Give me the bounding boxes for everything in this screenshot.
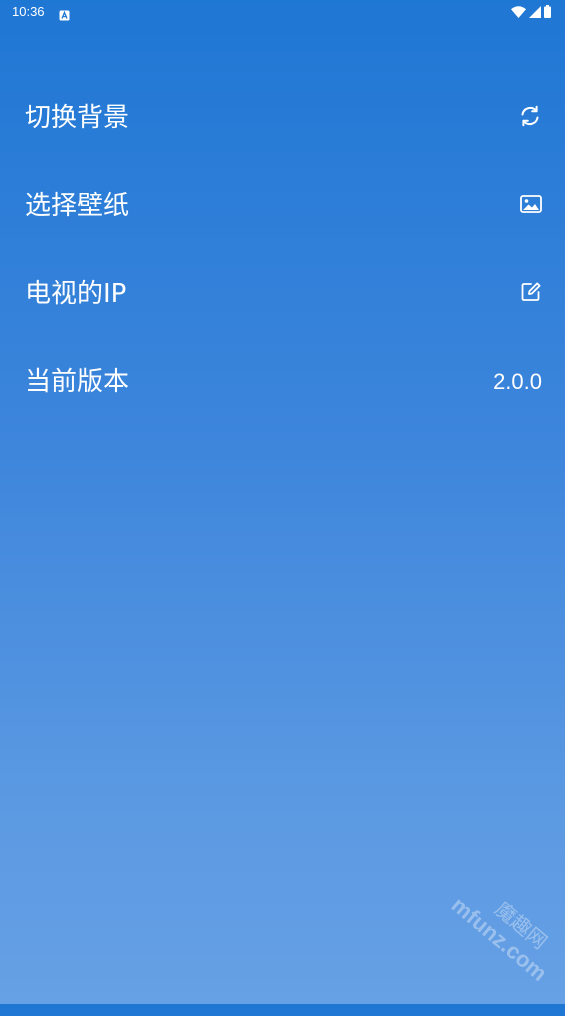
cellular-signal-icon xyxy=(529,3,541,22)
select-wallpaper-label: 选择壁纸 xyxy=(25,191,130,221)
switch-background-item[interactable]: 切换背景 xyxy=(0,74,565,162)
status-bar: 10:36 xyxy=(0,0,565,24)
tv-ip-label: 电视的IP xyxy=(25,279,127,309)
app-notification-icon xyxy=(59,6,70,21)
status-icons xyxy=(511,4,551,20)
image-icon[interactable] xyxy=(520,194,542,218)
settings-list: 切换背景 选择壁纸 电视的IP 当前版本 2.0.0 xyxy=(0,74,565,426)
current-version-item: 当前版本 2.0.0 xyxy=(0,338,565,426)
current-version-label: 当前版本 xyxy=(25,367,130,397)
refresh-icon[interactable] xyxy=(518,104,542,132)
version-value: 2.0.0 xyxy=(493,369,542,394)
watermark: 魔趣网 mfunz.com xyxy=(419,854,565,1015)
battery-icon xyxy=(544,3,551,22)
edit-icon[interactable] xyxy=(520,281,542,307)
select-wallpaper-item[interactable]: 选择壁纸 xyxy=(0,162,565,250)
status-time: 10:36 xyxy=(12,4,45,19)
wifi-icon xyxy=(511,3,526,22)
tv-ip-item[interactable]: 电视的IP xyxy=(0,250,565,338)
switch-background-label: 切换背景 xyxy=(25,103,130,133)
